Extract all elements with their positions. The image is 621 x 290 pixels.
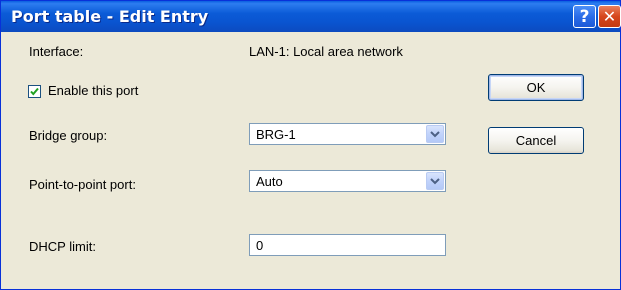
- checkmark-icon: [30, 87, 39, 96]
- chevron-down-icon: [430, 131, 440, 138]
- enable-port-checkbox[interactable]: [28, 85, 41, 98]
- interface-label: Interface:: [29, 44, 84, 59]
- bridge-group-value: BRG-1: [256, 127, 296, 142]
- dhcp-limit-value: 0: [256, 238, 264, 253]
- dialog-title: Port table - Edit Entry: [11, 7, 209, 26]
- dhcp-limit-input[interactable]: 0: [249, 234, 446, 256]
- title-bar[interactable]: Port table - Edit Entry ? ✕: [1, 1, 621, 32]
- ok-button-label: OK: [526, 80, 546, 95]
- bridge-group-select[interactable]: BRG-1: [249, 123, 446, 145]
- cancel-button-label: Cancel: [515, 133, 557, 148]
- close-icon: ✕: [602, 7, 617, 26]
- help-icon: ?: [579, 6, 590, 27]
- close-button[interactable]: ✕: [598, 5, 621, 28]
- cancel-button[interactable]: Cancel: [488, 127, 584, 154]
- ok-button[interactable]: OK: [488, 74, 584, 101]
- point-to-point-value: Auto: [256, 174, 283, 189]
- point-to-point-select[interactable]: Auto: [249, 170, 446, 192]
- bridge-group-label: Bridge group:: [29, 128, 108, 143]
- enable-port-label[interactable]: Enable this port: [48, 83, 138, 98]
- point-to-point-dropdown-button[interactable]: [426, 172, 444, 190]
- dhcp-limit-label: DHCP limit:: [29, 239, 96, 254]
- interface-value: LAN-1: Local area network: [249, 44, 403, 59]
- dialog-window: Port table - Edit Entry ? ✕ Interface: L…: [0, 0, 621, 290]
- chevron-down-icon: [430, 178, 440, 185]
- help-button[interactable]: ?: [573, 5, 596, 28]
- bridge-group-dropdown-button[interactable]: [426, 125, 444, 143]
- point-to-point-label: Point-to-point port:: [29, 177, 136, 192]
